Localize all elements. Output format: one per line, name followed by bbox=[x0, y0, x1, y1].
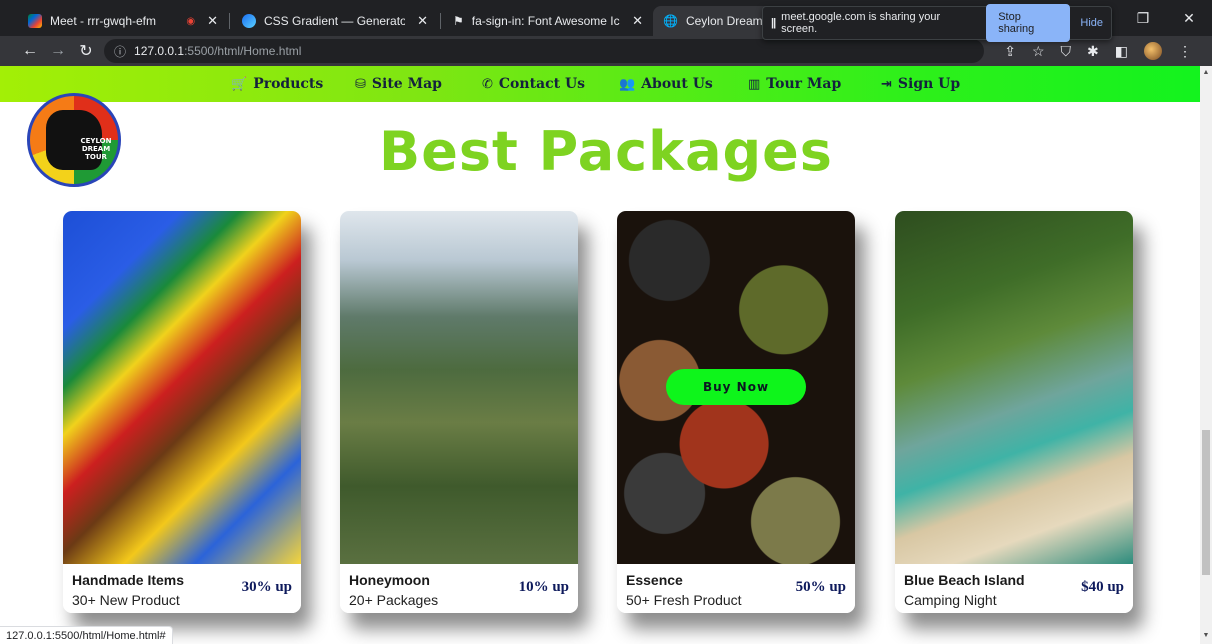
card-subtitle: 50+ Fresh Product bbox=[626, 592, 742, 608]
nav-label: Products bbox=[253, 76, 324, 92]
card-price: $40 up bbox=[1081, 579, 1124, 595]
tab-meet[interactable]: Meet - rrr-gwqh-efm ◉ ✕ bbox=[18, 6, 228, 36]
map-icon: ▥ bbox=[748, 76, 761, 92]
screen-share-banner: || meet.google.com is sharing your scree… bbox=[762, 4, 1112, 42]
sitemap-icon: ⛁ bbox=[355, 76, 366, 92]
google-meet-icon bbox=[28, 14, 42, 28]
package-card[interactable]: Buy Now Essence 50+ Fresh Product 50% up bbox=[617, 211, 855, 613]
side-panel-icon[interactable]: ◧ bbox=[1115, 43, 1128, 60]
nav-label: Site Map bbox=[371, 76, 442, 92]
address-host: 127.0.0.1 bbox=[134, 44, 185, 58]
card-price: 50% up bbox=[795, 579, 846, 595]
nav-label: About Us bbox=[641, 76, 713, 92]
reload-icon[interactable]: ↻ bbox=[72, 41, 100, 61]
back-icon[interactable]: ← bbox=[16, 42, 44, 60]
nav-products[interactable]: 🛒 Products bbox=[231, 66, 323, 102]
phone-icon: ✆ bbox=[482, 76, 493, 92]
bookmark-star-icon[interactable]: ☆ bbox=[1032, 43, 1045, 60]
nav-tour-map[interactable]: ▥ Tour Map bbox=[748, 66, 841, 102]
nav-label: Tour Map bbox=[766, 76, 842, 92]
link-status-bar: 127.0.0.1:5500/html/Home.html# bbox=[0, 626, 173, 644]
cart-icon: 🛒 bbox=[231, 76, 248, 92]
nav-label: Sign Up bbox=[897, 76, 961, 92]
address-bar[interactable]: ⓘ 127.0.0.1:5500/html/Home.html bbox=[104, 39, 984, 63]
tab-label: Ceylon Dream Tou bbox=[685, 14, 763, 28]
close-tab-icon[interactable]: ✕ bbox=[632, 13, 643, 29]
close-tab-icon[interactable]: ✕ bbox=[417, 13, 428, 29]
extensions-puzzle-icon[interactable]: ✱ bbox=[1087, 43, 1099, 60]
tab-label: CSS Gradient — Generator, Make bbox=[264, 14, 406, 28]
beach-island-image bbox=[895, 211, 1133, 564]
card-price: 10% up bbox=[518, 579, 569, 595]
card-footer: Blue Beach Island Camping Night $40 up bbox=[895, 564, 1133, 613]
nav-sign-up[interactable]: ⇥ Sign Up bbox=[881, 66, 960, 102]
card-subtitle: Camping Night bbox=[904, 592, 997, 608]
info-icon[interactable]: ⓘ bbox=[114, 43, 126, 60]
tab-css-gradient[interactable]: CSS Gradient — Generator, Make ✕ bbox=[232, 6, 438, 36]
menu-kebab-icon[interactable]: ⋮ bbox=[1178, 43, 1192, 60]
tab-font-awesome[interactable]: ⚑ fa-sign-in: Font Awesome Icons ✕ bbox=[443, 6, 653, 36]
card-title: Blue Beach Island bbox=[904, 572, 1025, 588]
forward-icon[interactable]: → bbox=[44, 42, 72, 60]
scroll-down-icon[interactable]: ▼ bbox=[1200, 632, 1212, 639]
nav-about-us[interactable]: 👥 About Us bbox=[619, 66, 713, 102]
card-subtitle: 30+ New Product bbox=[72, 592, 180, 608]
scrollbar-thumb[interactable] bbox=[1202, 430, 1210, 575]
buy-now-button[interactable]: Buy Now bbox=[666, 369, 806, 405]
shield-extension-icon[interactable]: ⛉ bbox=[1061, 43, 1072, 60]
package-card[interactable]: Honeymoon 20+ Packages 10% up bbox=[340, 211, 578, 613]
stop-sharing-button[interactable]: Stop sharing bbox=[986, 4, 1071, 42]
page-viewport: 🛒 Products ⛁ Site Map ✆ Contact Us 👥 Abo… bbox=[0, 66, 1200, 644]
browser-tab-strip: Meet - rrr-gwqh-efm ◉ ✕ CSS Gradient — G… bbox=[0, 0, 1212, 42]
hide-button[interactable]: Hide bbox=[1080, 17, 1103, 29]
package-card[interactable]: Handmade Items 30+ New Product 30% up bbox=[63, 211, 301, 613]
card-subtitle: 20+ Packages bbox=[349, 592, 439, 608]
sign-in-icon: ⇥ bbox=[881, 76, 892, 92]
close-window-icon[interactable]: ✕ bbox=[1166, 10, 1212, 27]
recording-icon: ◉ bbox=[186, 15, 196, 27]
masks-image bbox=[63, 211, 301, 564]
css-gradient-icon bbox=[242, 14, 256, 28]
card-title: Handmade Items bbox=[72, 572, 185, 588]
card-title: Essence bbox=[626, 572, 683, 588]
card-title: Honeymoon bbox=[349, 572, 430, 588]
card-footer: Honeymoon 20+ Packages 10% up bbox=[340, 564, 578, 613]
site-nav-bar: 🛒 Products ⛁ Site Map ✆ Contact Us 👥 Abo… bbox=[0, 66, 1200, 102]
share-icon[interactable]: ⇪ bbox=[1004, 43, 1016, 60]
tab-label: Meet - rrr-gwqh-efm bbox=[50, 14, 157, 28]
package-card[interactable]: Blue Beach Island Camping Night $40 up bbox=[895, 211, 1133, 613]
nav-contact-us[interactable]: ✆ Contact Us bbox=[482, 66, 585, 102]
page-title: Best Packages bbox=[379, 120, 833, 183]
tab-ceylon-dream-tour[interactable]: 🌐 Ceylon Dream Tou bbox=[653, 6, 773, 36]
font-awesome-flag-icon: ⚑ bbox=[453, 14, 464, 28]
nav-label: Contact Us bbox=[498, 76, 586, 92]
pause-icon: || bbox=[771, 17, 776, 29]
close-tab-icon[interactable]: ✕ bbox=[207, 13, 218, 29]
card-footer: Handmade Items 30+ New Product 30% up bbox=[63, 564, 301, 613]
tab-label: fa-sign-in: Font Awesome Icons bbox=[471, 14, 620, 28]
nav-site-map[interactable]: ⛁ Site Map bbox=[355, 66, 442, 102]
users-icon: 👥 bbox=[619, 76, 636, 92]
restore-icon[interactable]: ❐ bbox=[1120, 10, 1166, 27]
couple-mountain-image bbox=[340, 211, 578, 564]
share-banner-text: meet.google.com is sharing your screen. bbox=[781, 11, 941, 35]
address-path: :5500/html/Home.html bbox=[184, 44, 302, 58]
profile-avatar[interactable] bbox=[1144, 42, 1162, 60]
globe-icon: 🌐 bbox=[663, 14, 678, 28]
page-scrollbar[interactable]: ▲ ▼ bbox=[1200, 66, 1212, 644]
card-footer: Essence 50+ Fresh Product 50% up bbox=[617, 564, 855, 613]
card-price: 30% up bbox=[241, 579, 292, 595]
scroll-up-icon[interactable]: ▲ bbox=[1200, 69, 1212, 76]
